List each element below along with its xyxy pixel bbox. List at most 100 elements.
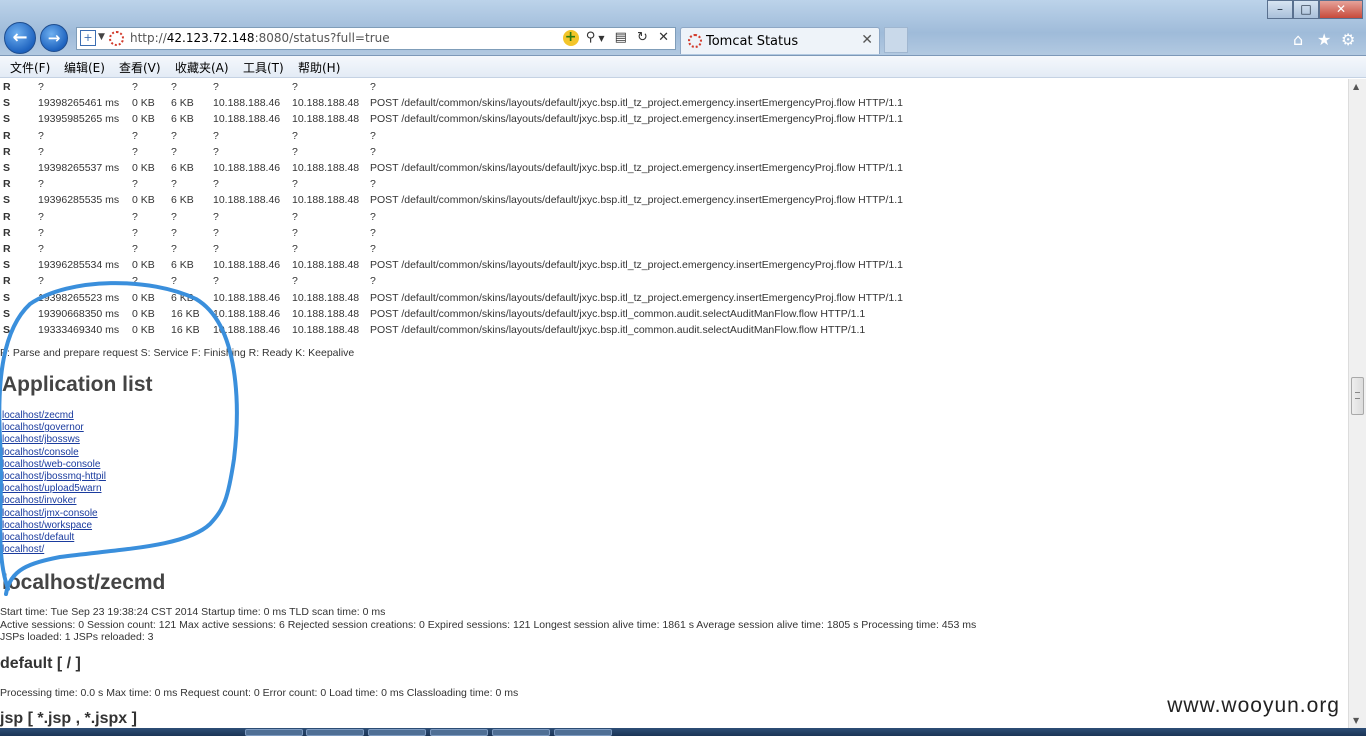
app-link[interactable]: localhost/invoker xyxy=(2,495,106,507)
menu-edit[interactable]: 编辑(E) xyxy=(64,59,105,76)
tab-tomcat-status[interactable]: Tomcat Status ✕ xyxy=(680,27,880,54)
thread-stage: S xyxy=(3,113,11,126)
search-icon[interactable]: ⚲ xyxy=(586,30,599,45)
thread-vhost: ? xyxy=(292,178,298,191)
thread-client: 10.188.188.46 xyxy=(213,162,281,174)
app-link[interactable]: localhost/workspace xyxy=(2,520,106,532)
close-window-button[interactable]: ✕ xyxy=(1319,0,1363,19)
thread-time: ? xyxy=(38,243,44,255)
scroll-up-icon[interactable]: ▲ xyxy=(1353,82,1359,91)
thread-stage: R xyxy=(3,226,11,239)
thread-time: 19398265523 ms xyxy=(38,291,120,304)
app-link[interactable]: localhost/default xyxy=(2,532,106,544)
thread-stage: S xyxy=(3,162,11,174)
close-tab-icon[interactable]: ✕ xyxy=(861,32,873,48)
favorites-star-icon[interactable]: ★ xyxy=(1317,30,1331,49)
taskbar-item[interactable] xyxy=(245,729,303,736)
thread-request: POST /default/common/skins/layouts/defau… xyxy=(370,307,866,320)
gear-icon[interactable]: ⚙ xyxy=(1341,30,1355,49)
thread-stage: R xyxy=(3,129,11,142)
taskbar-item[interactable] xyxy=(368,729,426,736)
app-link[interactable]: localhost/ xyxy=(2,544,106,556)
taskbar-item[interactable] xyxy=(306,729,364,736)
thread-vhost: 10.188.188.48 xyxy=(292,307,360,320)
thread-request: POST /default/common/skins/layouts/defau… xyxy=(370,97,903,110)
menu-help[interactable]: 帮助(H) xyxy=(298,59,340,76)
thread-bsent: 0 KB xyxy=(132,259,155,272)
thread-client: ? xyxy=(213,145,219,158)
taskbar-item[interactable] xyxy=(430,729,488,736)
back-button[interactable]: ← xyxy=(4,22,36,54)
url-text[interactable]: http://42.123.72.148:8080/status?full=tr… xyxy=(130,31,390,45)
thread-bsent: 0 KB xyxy=(132,113,155,126)
thread-request: ? xyxy=(370,275,376,288)
thread-bsent: 0 KB xyxy=(132,194,155,207)
thread-vhost: ? xyxy=(292,210,298,223)
app-link[interactable]: localhost/web-console xyxy=(2,459,106,471)
thread-client: ? xyxy=(213,81,219,93)
app-link[interactable]: localhost/zecmd xyxy=(2,410,106,422)
thread-time: ? xyxy=(38,210,44,223)
thread-client: 10.188.188.46 xyxy=(213,307,281,320)
vertical-scrollbar[interactable]: ▲ ▼ xyxy=(1348,79,1366,728)
menu-favorites[interactable]: 收藏夹(A) xyxy=(175,59,229,76)
maximize-button[interactable]: □ xyxy=(1293,0,1319,19)
stop-icon[interactable]: ✕ xyxy=(658,30,672,45)
minimize-button[interactable]: – xyxy=(1267,0,1293,19)
compat-page-icon[interactable]: ▤ xyxy=(615,30,630,45)
thread-vhost: ? xyxy=(292,81,298,93)
thread-request: POST /default/common/skins/layouts/defau… xyxy=(370,259,903,272)
thread-request: POST /default/common/skins/layouts/defau… xyxy=(370,194,903,207)
thread-brecv: ? xyxy=(171,129,177,142)
thread-stage: S xyxy=(3,97,11,110)
windows-taskbar xyxy=(0,728,1366,736)
app-link[interactable]: localhost/jmx-console xyxy=(2,508,106,520)
app-link[interactable]: localhost/governor xyxy=(2,422,106,434)
compatibility-view-icon[interactable]: + xyxy=(80,30,96,46)
menu-tools[interactable]: 工具(T) xyxy=(243,59,284,76)
taskbar-item[interactable] xyxy=(554,729,612,736)
menu-view[interactable]: 查看(V) xyxy=(119,59,161,76)
app-link[interactable]: localhost/console xyxy=(2,447,106,459)
forward-button[interactable]: → xyxy=(40,24,68,52)
address-tools: + ⚲▼ ▤ ↻ ✕ xyxy=(562,30,672,46)
refresh-icon[interactable]: ↻ xyxy=(637,30,651,45)
address-bar[interactable]: + ▼ http://42.123.72.148:8080/status?ful… xyxy=(76,27,676,50)
app-link[interactable]: localhost/upload5warn xyxy=(2,483,106,495)
chevron-down-icon[interactable]: ▼ xyxy=(98,32,105,42)
thread-stage: R xyxy=(3,210,11,223)
menu-bar: 文件(F) 编辑(E) 查看(V) 收藏夹(A) 工具(T) 帮助(H) xyxy=(0,56,1366,78)
thread-request: ? xyxy=(370,81,376,93)
thread-request: ? xyxy=(370,226,376,239)
thread-client: 10.188.188.46 xyxy=(213,291,281,304)
app-link[interactable]: localhost/jbossws xyxy=(2,434,106,446)
application-list-heading: Application list xyxy=(2,373,153,396)
thread-vhost: ? xyxy=(292,226,298,239)
thread-client: 10.188.188.46 xyxy=(213,97,281,110)
browser-title-bar: ← → + ▼ http://42.123.72.148:8080/status… xyxy=(0,0,1366,56)
url-scheme: http:// xyxy=(130,31,167,45)
thread-client: ? xyxy=(213,178,219,191)
forward-arrow-icon: → xyxy=(47,29,61,47)
thread-brecv: ? xyxy=(171,275,177,288)
thread-bsent: ? xyxy=(132,226,138,239)
thread-request: ? xyxy=(370,210,376,223)
new-tab-button[interactable] xyxy=(884,27,908,53)
taskbar-item[interactable] xyxy=(492,729,550,736)
app-link[interactable]: localhost/jbossmq-httpil xyxy=(2,471,106,483)
thread-request: POST /default/common/skins/layouts/defau… xyxy=(370,162,903,174)
thread-stage: R xyxy=(3,81,11,93)
thread-bsent: ? xyxy=(132,210,138,223)
search-dropdown-icon[interactable]: ▼ xyxy=(598,34,607,43)
thread-request: ? xyxy=(370,145,376,158)
menu-file[interactable]: 文件(F) xyxy=(10,59,50,76)
thread-vhost: 10.188.188.48 xyxy=(292,97,360,110)
thread-brecv: 6 KB xyxy=(171,162,194,174)
scroll-thumb[interactable] xyxy=(1351,377,1364,415)
scroll-down-icon[interactable]: ▼ xyxy=(1353,716,1359,725)
thread-request: ? xyxy=(370,178,376,191)
thread-brecv: 6 KB xyxy=(171,259,194,272)
thread-brecv: ? xyxy=(171,243,177,255)
home-icon[interactable]: ⌂ xyxy=(1293,30,1303,49)
add-plugin-icon[interactable]: + xyxy=(562,30,579,46)
